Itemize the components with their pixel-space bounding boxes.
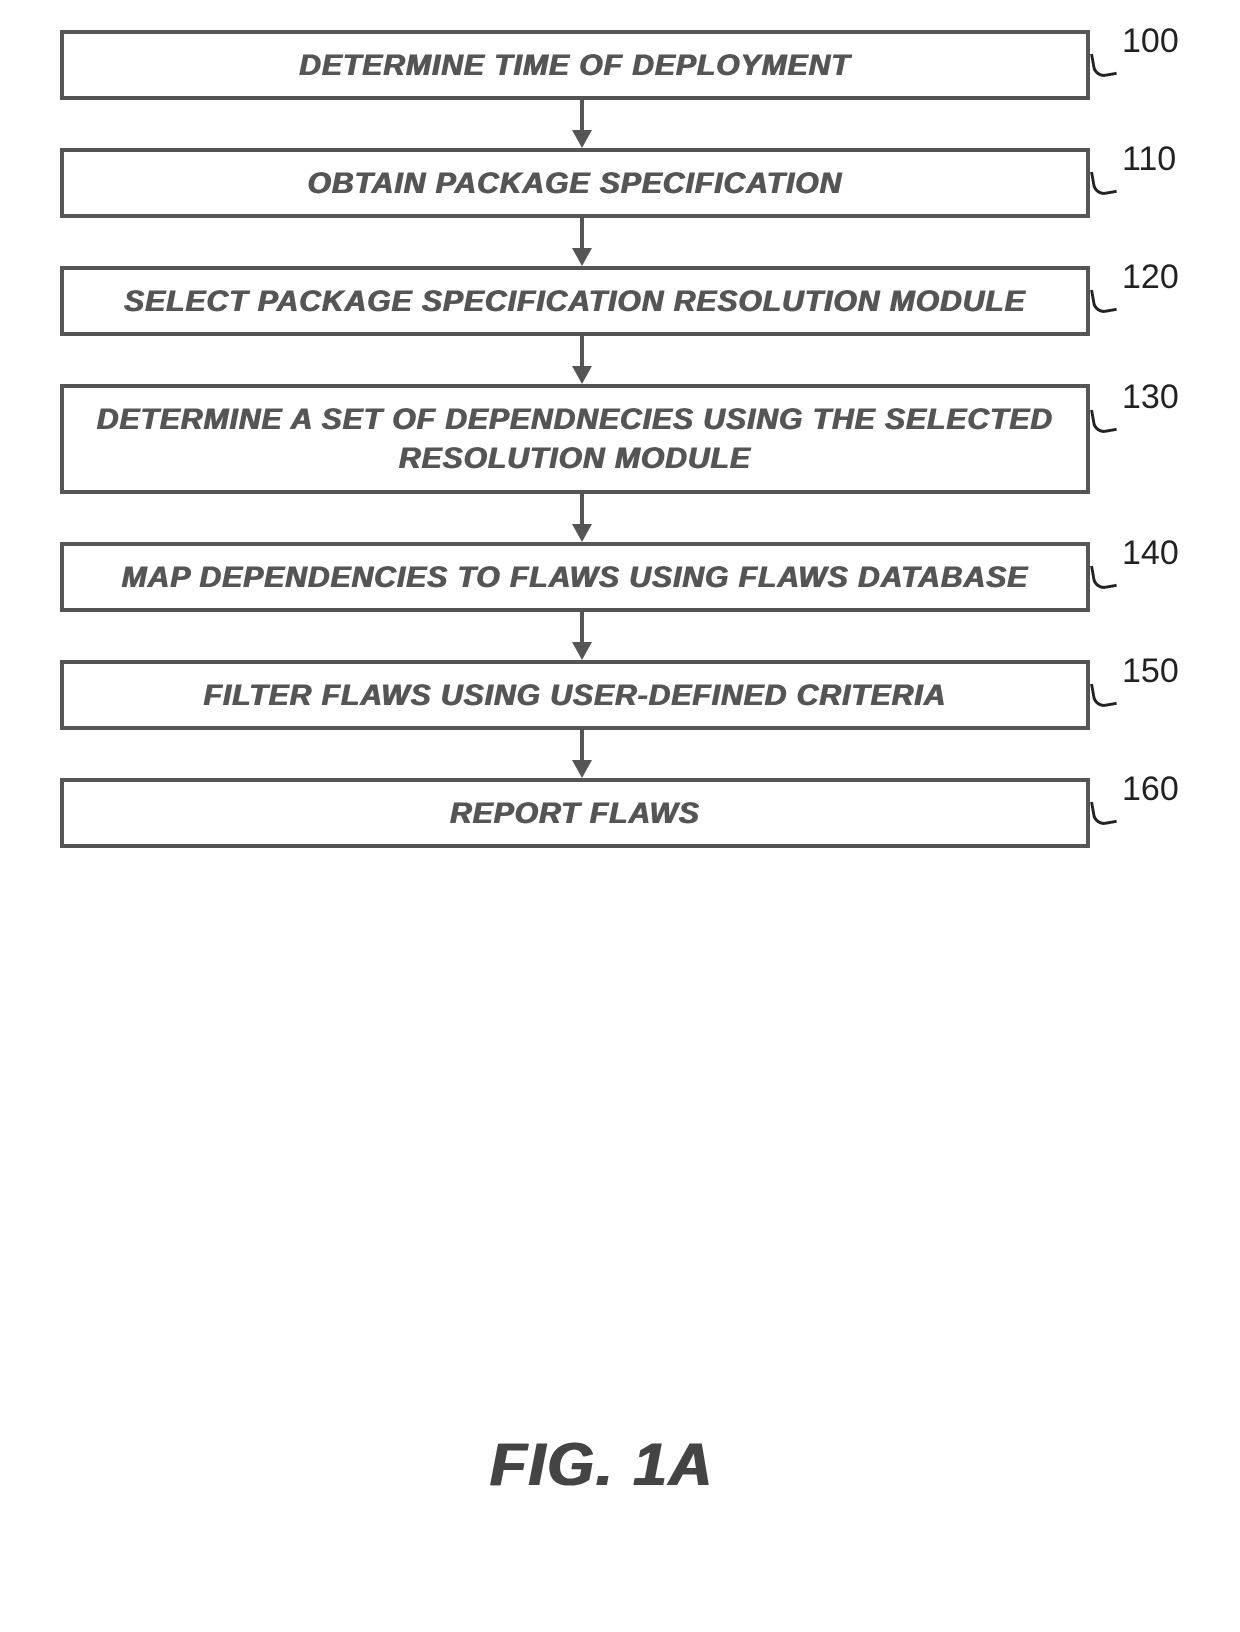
ref-tick	[1090, 406, 1117, 435]
ref-number: 120	[1122, 258, 1179, 297]
step-label: FILTER FLAWS USING USER-DEFINED CRITERIA	[204, 676, 947, 715]
step-box-140: MAP DEPENDENCIES TO FLAWS USING FLAWS DA…	[60, 542, 1090, 612]
ref-number: 110	[1122, 140, 1176, 179]
step-label: MAP DEPENDENCIES TO FLAWS USING FLAWS DA…	[122, 558, 1029, 597]
ref-number: 160	[1122, 770, 1179, 809]
ref-tick	[1090, 562, 1117, 591]
step-box-150: FILTER FLAWS USING USER-DEFINED CRITERIA	[60, 660, 1090, 730]
ref-tick	[1090, 168, 1117, 197]
step-box-100: DETERMINE TIME OF DEPLOYMENT	[60, 30, 1090, 100]
step-label: SELECT PACKAGE SPECIFICATION RESOLUTION …	[124, 282, 1026, 321]
figure-label: FIG. 1A	[490, 1430, 714, 1499]
step-label: REPORT FLAWS	[450, 794, 700, 833]
ref-tick	[1090, 798, 1117, 827]
step-box-160: REPORT FLAWS	[60, 778, 1090, 848]
ref-number: 140	[1122, 534, 1179, 573]
step-box-110: OBTAIN PACKAGE SPECIFICATION	[60, 148, 1090, 218]
step-box-120: SELECT PACKAGE SPECIFICATION RESOLUTION …	[60, 266, 1090, 336]
step-label: OBTAIN PACKAGE SPECIFICATION	[308, 164, 843, 203]
step-label: DETERMINE TIME OF DEPLOYMENT	[299, 46, 850, 85]
ref-tick	[1090, 50, 1117, 79]
ref-number: 100	[1122, 22, 1179, 61]
ref-number: 130	[1122, 378, 1179, 417]
ref-tick	[1090, 286, 1117, 315]
ref-tick	[1090, 680, 1117, 709]
step-label: DETERMINE A SET OF DEPENDNECIES USING TH…	[84, 400, 1066, 478]
flowchart-canvas: DETERMINE TIME OF DEPLOYMENT OBTAIN PACK…	[0, 0, 1240, 1632]
step-box-130: DETERMINE A SET OF DEPENDNECIES USING TH…	[60, 384, 1090, 494]
ref-number: 150	[1122, 652, 1179, 691]
